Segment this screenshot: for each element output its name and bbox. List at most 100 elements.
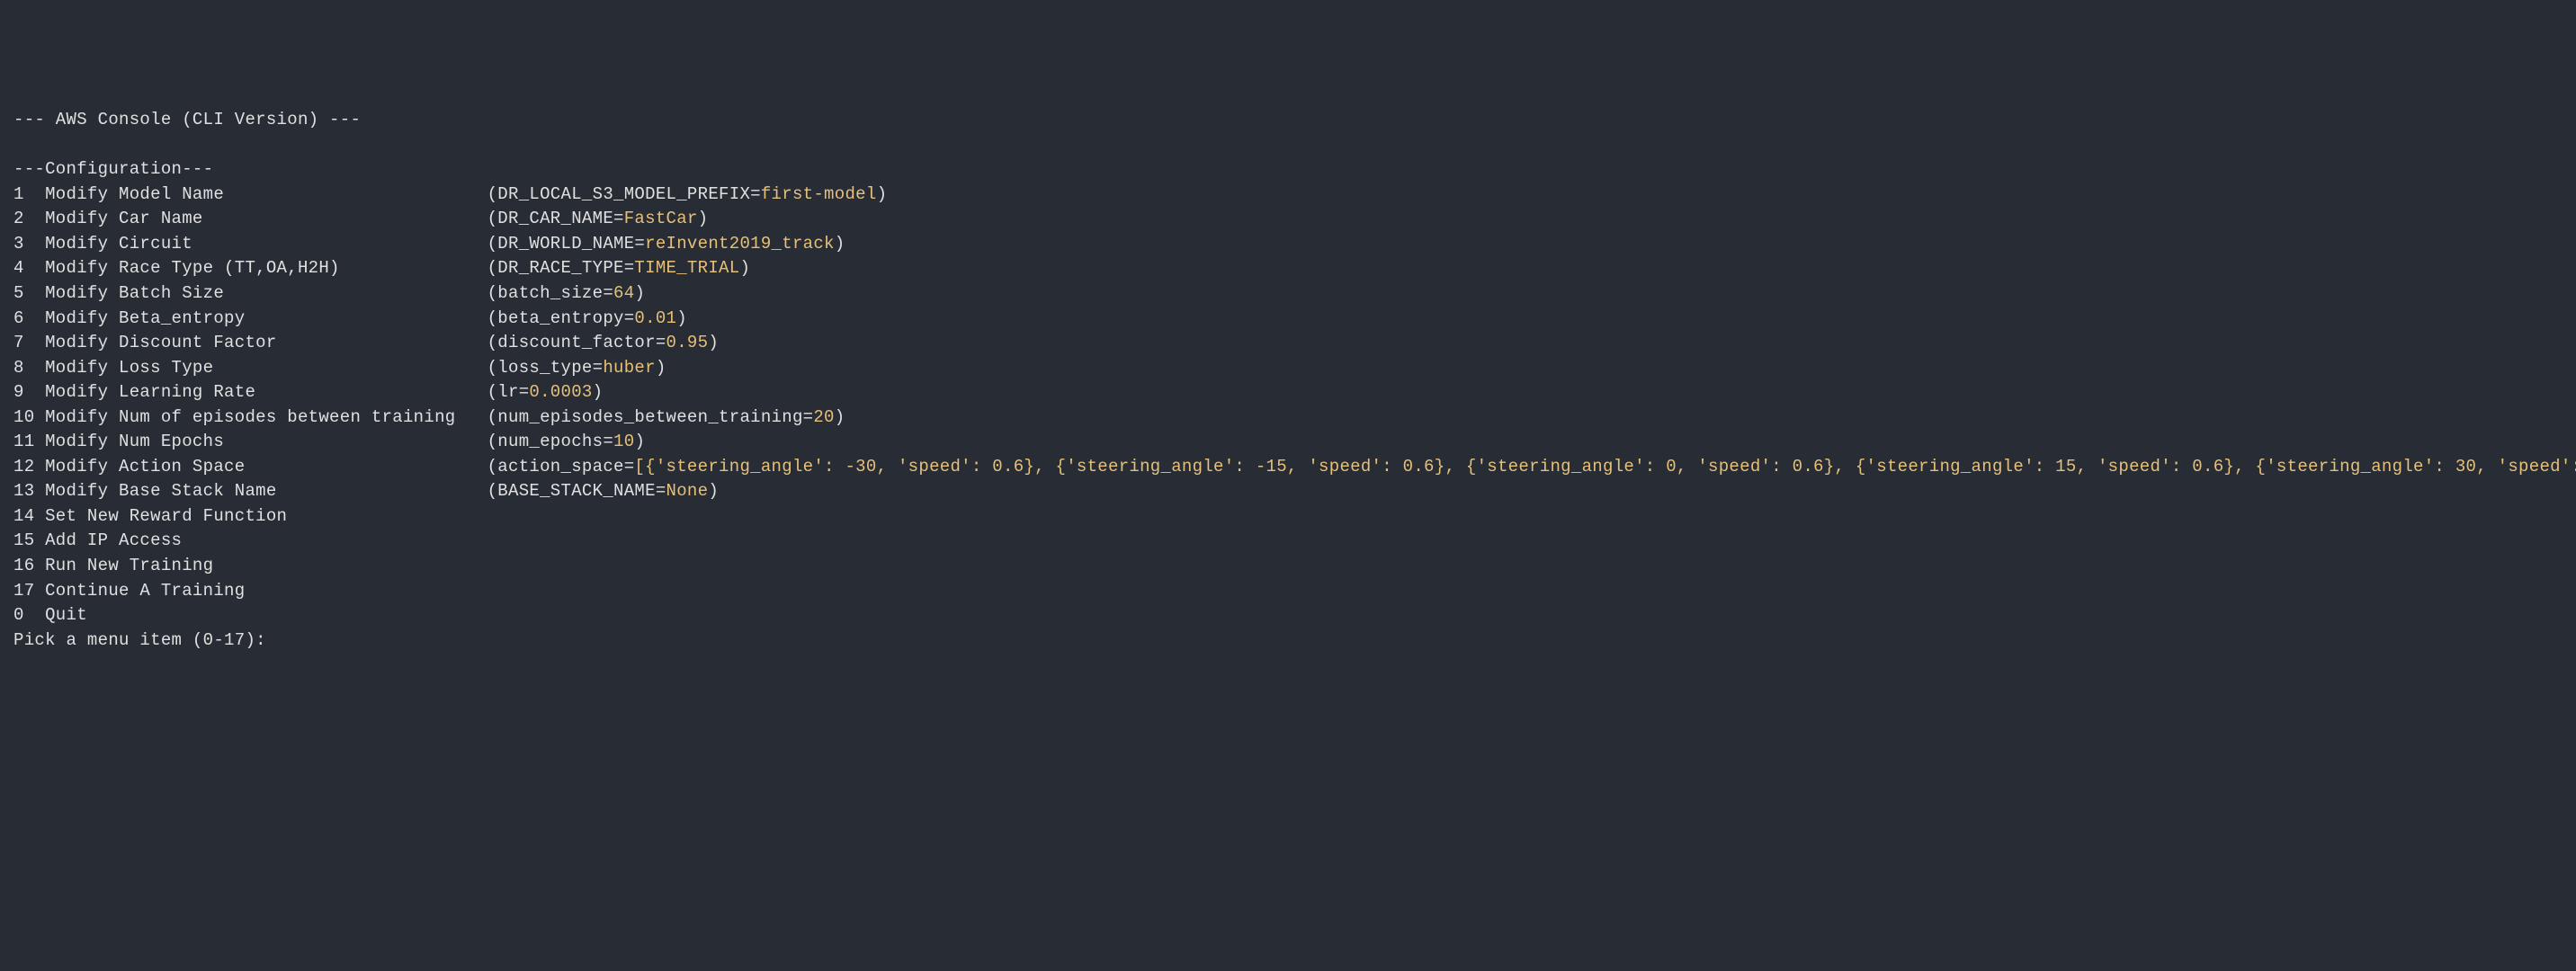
menu-item-13[interactable]: 13 Modify Base Stack Name (BASE_STACK_NA… xyxy=(13,479,2563,504)
paren-open: ( xyxy=(487,481,498,501)
config-value: 0.0003 xyxy=(529,382,592,402)
paren-close: ) xyxy=(877,184,888,204)
menu-item-12[interactable]: 12 Modify Action Space (action_space=[{'… xyxy=(13,455,2563,480)
config-key: beta_entropy= xyxy=(497,308,634,328)
config-key: DR_RACE_TYPE= xyxy=(497,258,634,278)
paren-open: ( xyxy=(487,457,498,477)
menu-num: 15 xyxy=(13,530,34,550)
config-value: 20 xyxy=(813,407,834,427)
menu-label: Add IP Access xyxy=(34,530,182,550)
menu-item-10[interactable]: 10 Modify Num of episodes between traini… xyxy=(13,405,2563,431)
menu-num: 1 xyxy=(13,184,34,204)
menu-label: Modify Race Type (TT,OA,H2H) xyxy=(34,258,487,278)
paren-open: ( xyxy=(487,184,498,204)
menu-label: Modify Model Name xyxy=(34,184,487,204)
menu-item-16[interactable]: 16 Run New Training xyxy=(13,554,2563,579)
paren-close: ) xyxy=(656,358,666,378)
menu-item-3[interactable]: 3 Modify Circuit (DR_WORLD_NAME=reInvent… xyxy=(13,232,2563,257)
menu-num: 3 xyxy=(13,234,34,254)
config-key: DR_CAR_NAME= xyxy=(497,209,623,228)
paren-open: ( xyxy=(487,358,498,378)
paren-open: ( xyxy=(487,258,498,278)
menu-label: Set New Reward Function xyxy=(34,506,287,526)
menu-label: Modify Loss Type xyxy=(34,358,487,378)
menu-num: 9 xyxy=(13,382,34,402)
menu-label: Modify Action Space xyxy=(34,457,487,477)
menu-num: 7 xyxy=(13,333,34,352)
menu-item-6[interactable]: 6 Modify Beta_entropy (beta_entropy=0.01… xyxy=(13,307,2563,332)
paren-open: ( xyxy=(487,283,498,303)
config-value: 10 xyxy=(613,432,634,451)
paren-close: ) xyxy=(739,258,750,278)
menu-item-9[interactable]: 9 Modify Learning Rate (lr=0.0003) xyxy=(13,380,2563,405)
menu-num: 0 xyxy=(13,605,34,625)
menu-label: Continue A Training xyxy=(34,581,245,601)
config-value: huber xyxy=(603,358,656,378)
config-value: FastCar xyxy=(624,209,698,228)
menu-num: 4 xyxy=(13,258,34,278)
menu-item-8[interactable]: 8 Modify Loss Type (loss_type=huber) xyxy=(13,356,2563,381)
paren-open: ( xyxy=(487,209,498,228)
paren-close: ) xyxy=(835,407,845,427)
config-key: DR_LOCAL_S3_MODEL_PREFIX= xyxy=(497,184,761,204)
paren-close: ) xyxy=(676,308,687,328)
menu-item-2[interactable]: 2 Modify Car Name (DR_CAR_NAME=FastCar) xyxy=(13,207,2563,232)
menu-item-11[interactable]: 11 Modify Num Epochs (num_epochs=10) xyxy=(13,430,2563,455)
menu-num: 6 xyxy=(13,308,34,328)
paren-close: ) xyxy=(593,382,604,402)
menu-label: Modify Num Epochs xyxy=(34,432,487,451)
config-key: BASE_STACK_NAME= xyxy=(497,481,666,501)
paren-open: ( xyxy=(487,308,498,328)
menu-num: 11 xyxy=(13,432,34,451)
config-key: DR_WORLD_NAME= xyxy=(497,234,645,254)
menu-num: 2 xyxy=(13,209,34,228)
paren-open: ( xyxy=(487,407,498,427)
menu-label: Modify Circuit xyxy=(34,234,487,254)
config-key: lr= xyxy=(497,382,529,402)
menu-num: 14 xyxy=(13,506,34,526)
config-value: first-model xyxy=(761,184,877,204)
menu-label: Run New Training xyxy=(34,556,213,575)
config-value: [{'steering_angle': -30, 'speed': 0.6}, … xyxy=(634,457,2576,477)
menu-label: Modify Discount Factor xyxy=(34,333,487,352)
menu-num: 17 xyxy=(13,581,34,601)
config-value: TIME_TRIAL xyxy=(634,258,739,278)
config-value: 0.01 xyxy=(634,308,676,328)
menu-item-7[interactable]: 7 Modify Discount Factor (discount_facto… xyxy=(13,331,2563,356)
menu-num: 12 xyxy=(13,457,34,477)
menu-label: Modify Car Name xyxy=(34,209,487,228)
config-key: batch_size= xyxy=(497,283,613,303)
paren-open: ( xyxy=(487,432,498,451)
paren-open: ( xyxy=(487,382,498,402)
menu-item-1[interactable]: 1 Modify Model Name (DR_LOCAL_S3_MODEL_P… xyxy=(13,183,2563,208)
paren-open: ( xyxy=(487,234,498,254)
config-value: 0.95 xyxy=(666,333,709,352)
menu-item-0[interactable]: 0 Quit xyxy=(13,603,2563,628)
menu-item-17[interactable]: 17 Continue A Training xyxy=(13,579,2563,604)
config-key: action_space= xyxy=(497,457,634,477)
config-value: reInvent2019_track xyxy=(645,234,835,254)
paren-close: ) xyxy=(835,234,845,254)
paren-close: ) xyxy=(634,432,645,451)
config-value: 64 xyxy=(613,283,634,303)
title-line: --- AWS Console (CLI Version) --- xyxy=(13,108,2563,133)
prompt[interactable]: Pick a menu item (0-17): xyxy=(13,628,2563,654)
section-header: ---Configuration--- xyxy=(13,157,2563,183)
config-key: loss_type= xyxy=(497,358,603,378)
menu-item-14[interactable]: 14 Set New Reward Function xyxy=(13,504,2563,530)
menu-item-15[interactable]: 15 Add IP Access xyxy=(13,529,2563,554)
blank-line xyxy=(13,133,2563,158)
menu-item-5[interactable]: 5 Modify Batch Size (batch_size=64) xyxy=(13,281,2563,307)
menu-item-4[interactable]: 4 Modify Race Type (TT,OA,H2H) (DR_RACE_… xyxy=(13,256,2563,281)
menu-label: Quit xyxy=(34,605,87,625)
menu-label: Modify Learning Rate xyxy=(34,382,487,402)
config-value: None xyxy=(666,481,709,501)
menu-label: Modify Batch Size xyxy=(34,283,487,303)
menu-num: 13 xyxy=(13,481,34,501)
config-key: num_epochs= xyxy=(497,432,613,451)
menu-num: 16 xyxy=(13,556,34,575)
config-key: num_episodes_between_training= xyxy=(497,407,813,427)
menu-num: 8 xyxy=(13,358,34,378)
paren-open: ( xyxy=(487,333,498,352)
menu-label: Modify Base Stack Name xyxy=(34,481,487,501)
